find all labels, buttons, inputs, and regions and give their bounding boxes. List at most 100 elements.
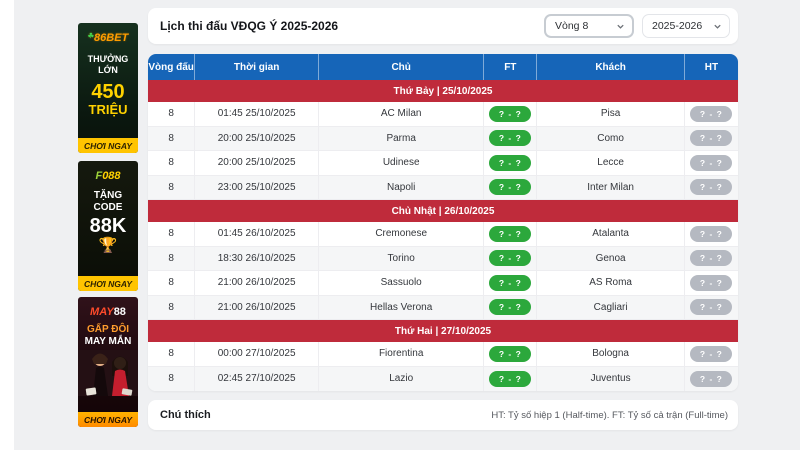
away-team-cell: Bologna bbox=[537, 342, 685, 366]
away-team-cell: Lecce bbox=[537, 151, 685, 175]
ht-score-badge: ? - ? bbox=[690, 299, 732, 315]
round-cell: 8 bbox=[148, 367, 195, 392]
ft-score-badge: ? - ? bbox=[489, 155, 531, 171]
time-cell: 20:00 25/10/2025 bbox=[195, 127, 319, 151]
f088-logo: F088 bbox=[95, 170, 120, 182]
ad-banner-f088[interactable]: F088 TẶNGCODE 88K 🏆 CHƠI NGAY bbox=[78, 161, 138, 291]
ad-amount: 450 bbox=[91, 82, 124, 102]
86bet-logo: ☘86BET bbox=[88, 32, 129, 44]
season-select-value: 2025-2026 bbox=[652, 20, 702, 32]
fixtures-table: Vòng đấuThời gianChủFTKháchHT Thứ Bảy | … bbox=[148, 54, 738, 391]
ht-score-badge: ? - ? bbox=[690, 275, 732, 291]
play-now-button[interactable]: CHƠI NGAY bbox=[78, 276, 138, 291]
home-team-cell: AC Milan bbox=[319, 102, 484, 126]
round-cell: 8 bbox=[148, 342, 195, 366]
chevron-down-icon bbox=[616, 22, 625, 31]
ft-score-badge: ? - ? bbox=[489, 130, 531, 146]
ft-score-cell: ? - ? bbox=[484, 151, 537, 175]
ht-score-badge: ? - ? bbox=[690, 250, 732, 266]
models-photo bbox=[78, 350, 138, 396]
column-header: FT bbox=[484, 54, 537, 80]
ad-text: MAY MẮN bbox=[85, 336, 132, 347]
ht-score-cell: ? - ? bbox=[685, 271, 738, 295]
match-row[interactable]: 802:45 27/10/2025Lazio? - ?Juventus? - ? bbox=[148, 367, 738, 392]
ht-score-badge: ? - ? bbox=[690, 346, 732, 362]
match-row[interactable]: 800:00 27/10/2025Fiorentina? - ?Bologna?… bbox=[148, 342, 738, 367]
ad-banner-86bet[interactable]: ☘86BET THƯỞNGLỚN 450 TRIỆU CHƠI NGAY bbox=[78, 23, 138, 153]
ht-score-cell: ? - ? bbox=[685, 367, 738, 392]
ad-amount: 88K bbox=[90, 216, 127, 237]
away-team-cell: Inter Milan bbox=[537, 176, 685, 200]
ft-score-cell: ? - ? bbox=[484, 247, 537, 271]
ht-score-cell: ? - ? bbox=[685, 296, 738, 320]
round-select[interactable]: Vòng 8 bbox=[544, 14, 634, 38]
date-section-header: Thứ Bảy | 25/10/2025 bbox=[148, 80, 738, 102]
date-section-header: Chủ Nhật | 26/10/2025 bbox=[148, 200, 738, 222]
date-section-header: Thứ Hai | 27/10/2025 bbox=[148, 320, 738, 342]
ft-score-cell: ? - ? bbox=[484, 176, 537, 200]
match-row[interactable]: 818:30 26/10/2025Torino? - ?Genoa? - ? bbox=[148, 247, 738, 272]
away-team-cell: Pisa bbox=[537, 102, 685, 126]
page-header: Lịch thi đấu VĐQG Ý 2025-2026 Vòng 8 202… bbox=[148, 8, 738, 44]
ht-score-cell: ? - ? bbox=[685, 102, 738, 126]
ft-score-cell: ? - ? bbox=[484, 102, 537, 126]
home-team-cell: Sassuolo bbox=[319, 271, 484, 295]
ht-score-badge: ? - ? bbox=[690, 226, 732, 242]
ft-score-badge: ? - ? bbox=[489, 226, 531, 242]
time-cell: 20:00 25/10/2025 bbox=[195, 151, 319, 175]
column-header: Chủ bbox=[319, 54, 484, 80]
ft-score-badge: ? - ? bbox=[489, 299, 531, 315]
ad-text: TẶNGCODE bbox=[94, 190, 123, 214]
away-team-cell: Genoa bbox=[537, 247, 685, 271]
ft-score-badge: ? - ? bbox=[489, 179, 531, 195]
ft-score-cell: ? - ? bbox=[484, 342, 537, 366]
ad-text: GẤP ĐÔI bbox=[87, 324, 129, 335]
ht-score-badge: ? - ? bbox=[690, 130, 732, 146]
column-header: HT bbox=[685, 54, 738, 80]
ad-amount-unit: TRIỆU bbox=[89, 102, 128, 117]
time-cell: 21:00 26/10/2025 bbox=[195, 271, 319, 295]
round-cell: 8 bbox=[148, 102, 195, 126]
ht-score-cell: ? - ? bbox=[685, 127, 738, 151]
match-row[interactable]: 821:00 26/10/2025Hellas Verona? - ?Cagli… bbox=[148, 296, 738, 321]
legend: Chú thích HT: Tỷ số hiệp 1 (Half-time). … bbox=[148, 400, 738, 430]
column-header: Khách bbox=[537, 54, 685, 80]
ht-score-cell: ? - ? bbox=[685, 247, 738, 271]
ht-score-cell: ? - ? bbox=[685, 176, 738, 200]
ad-banner-may88[interactable]: MAY88 GẤP ĐÔI MAY MẮN CHƠI NGAY bbox=[78, 297, 138, 427]
round-select-value: Vòng 8 bbox=[555, 20, 588, 32]
match-row[interactable]: 823:00 25/10/2025Napoli? - ?Inter Milan?… bbox=[148, 176, 738, 201]
time-cell: 18:30 26/10/2025 bbox=[195, 247, 319, 271]
chevron-down-icon bbox=[713, 22, 722, 31]
away-team-cell: Cagliari bbox=[537, 296, 685, 320]
trophy-icon: 🏆 bbox=[99, 238, 118, 254]
round-cell: 8 bbox=[148, 271, 195, 295]
play-now-button[interactable]: CHƠI NGAY bbox=[78, 138, 138, 153]
ht-score-cell: ? - ? bbox=[685, 222, 738, 246]
ht-score-badge: ? - ? bbox=[690, 179, 732, 195]
column-header: Thời gian bbox=[195, 54, 319, 80]
season-select[interactable]: 2025-2026 bbox=[642, 14, 730, 38]
legend-note: HT: Tỷ số hiệp 1 (Half-time). FT: Tỷ số … bbox=[491, 410, 728, 421]
play-now-button[interactable]: CHƠI NGAY bbox=[78, 412, 138, 427]
round-cell: 8 bbox=[148, 176, 195, 200]
ft-score-badge: ? - ? bbox=[489, 106, 531, 122]
match-row[interactable]: 820:00 25/10/2025Udinese? - ?Lecce? - ? bbox=[148, 151, 738, 176]
home-team-cell: Lazio bbox=[319, 367, 484, 392]
match-row[interactable]: 801:45 26/10/2025Cremonese? - ?Atalanta?… bbox=[148, 222, 738, 247]
ht-score-cell: ? - ? bbox=[685, 151, 738, 175]
ft-score-cell: ? - ? bbox=[484, 222, 537, 246]
ht-score-badge: ? - ? bbox=[690, 371, 732, 387]
round-cell: 8 bbox=[148, 222, 195, 246]
ft-score-cell: ? - ? bbox=[484, 127, 537, 151]
ft-score-badge: ? - ? bbox=[489, 275, 531, 291]
ad-text: THƯỞNGLỚN bbox=[88, 54, 129, 76]
ht-score-badge: ? - ? bbox=[690, 106, 732, 122]
ft-score-cell: ? - ? bbox=[484, 367, 537, 392]
ht-score-cell: ? - ? bbox=[685, 342, 738, 366]
match-row[interactable]: 821:00 26/10/2025Sassuolo? - ?AS Roma? -… bbox=[148, 271, 738, 296]
match-row[interactable]: 801:45 25/10/2025AC Milan? - ?Pisa? - ? bbox=[148, 102, 738, 127]
ft-score-cell: ? - ? bbox=[484, 296, 537, 320]
round-cell: 8 bbox=[148, 151, 195, 175]
match-row[interactable]: 820:00 25/10/2025Parma? - ?Como? - ? bbox=[148, 127, 738, 152]
